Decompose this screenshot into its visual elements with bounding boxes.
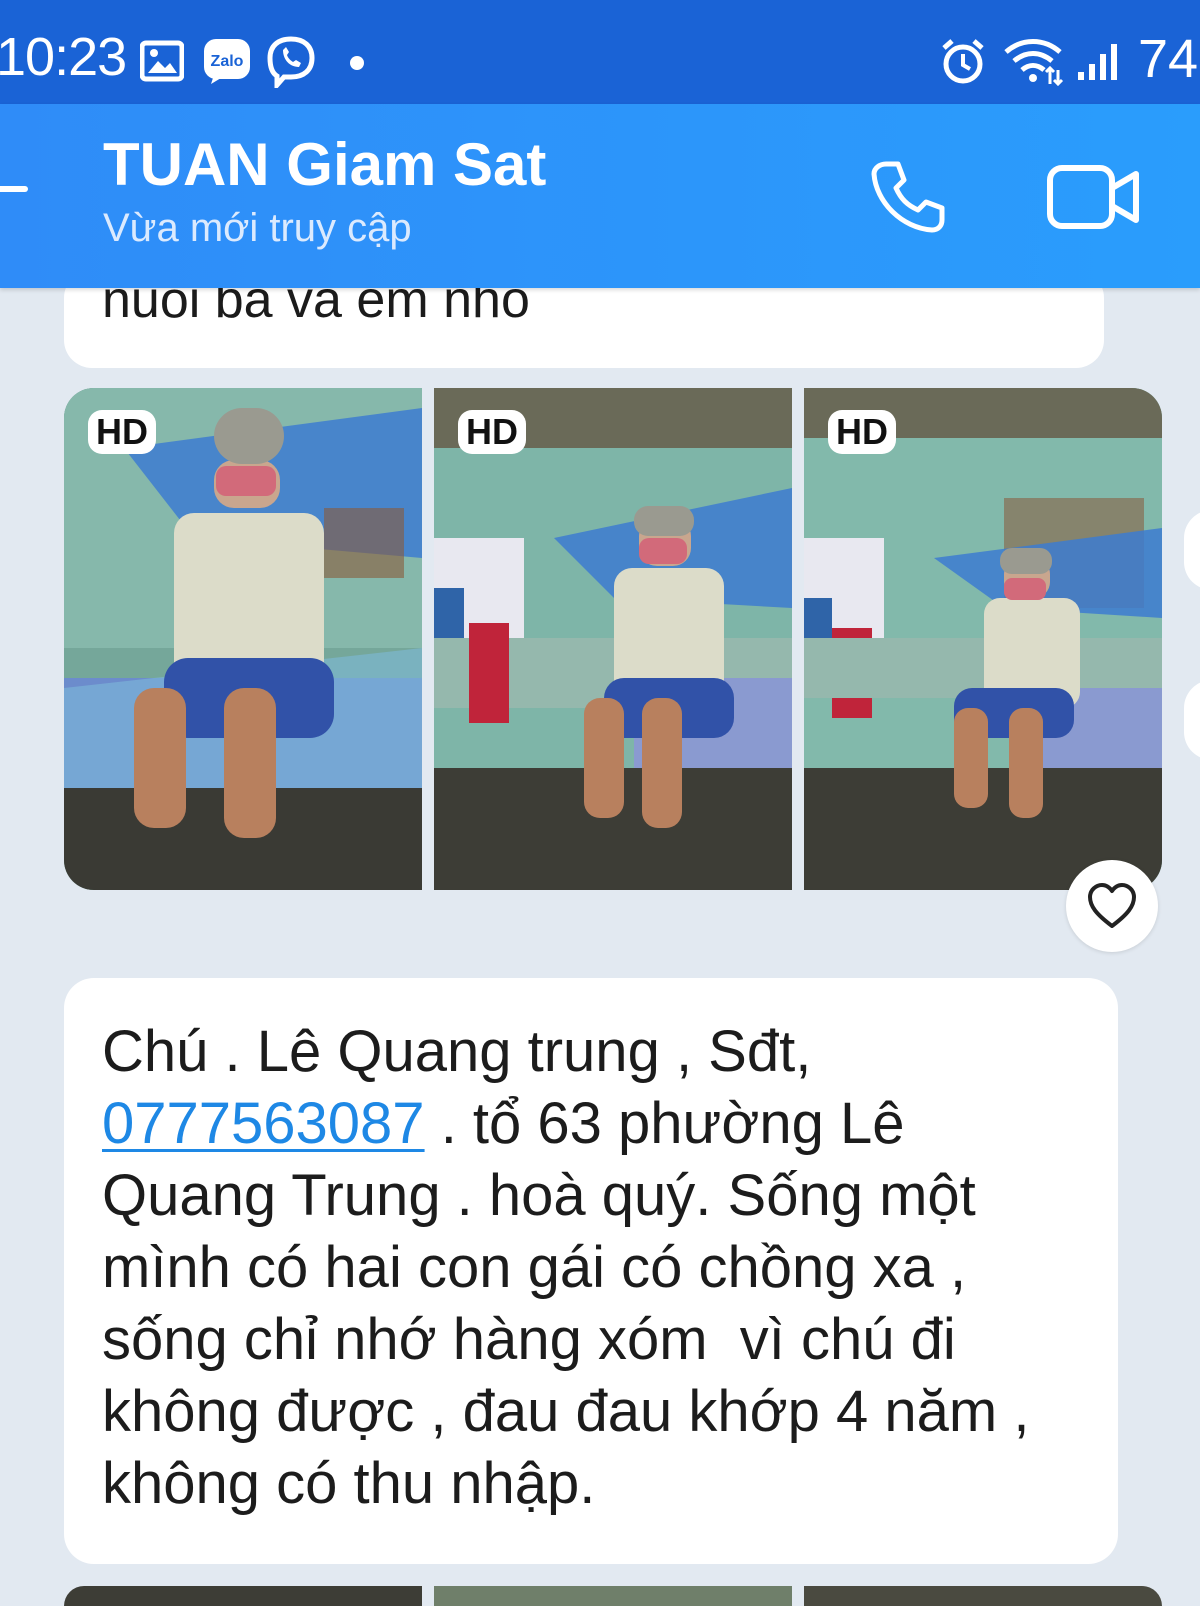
phone-icon — [871, 161, 945, 233]
heart-icon — [1088, 883, 1136, 928]
gallery-icon — [139, 40, 185, 87]
viber-icon — [266, 36, 316, 93]
wifi-icon — [1002, 38, 1064, 91]
back-icon[interactable] — [0, 186, 28, 192]
next-photo-3[interactable] — [804, 1586, 1162, 1606]
status-bar: 10:23 Zalo 74 — [0, 0, 1200, 104]
edge-scroll-chip[interactable] — [1184, 510, 1200, 590]
edge-scroll-chip[interactable] — [1184, 680, 1200, 760]
signal-icon — [1076, 42, 1120, 87]
notification-dot — [350, 56, 364, 70]
video-call-button[interactable] — [1046, 162, 1142, 237]
next-photo-1[interactable] — [64, 1586, 422, 1606]
video-call-icon — [1047, 165, 1139, 229]
message-text: Chú . Lê Quang trung , Sđt, 0777563087 .… — [102, 1016, 1092, 1520]
next-photo-2[interactable] — [434, 1586, 792, 1606]
hd-badge: HD — [458, 410, 526, 454]
svg-text:Zalo: Zalo — [211, 53, 244, 70]
photo-2[interactable]: HD — [434, 388, 792, 890]
status-time: 10:23 — [0, 27, 127, 87]
react-button[interactable] — [1066, 860, 1158, 952]
hd-badge: HD — [88, 410, 156, 454]
zalo-icon: Zalo — [203, 38, 251, 89]
contact-status: Vừa mới truy cập — [103, 206, 412, 250]
photo-3[interactable]: HD — [804, 388, 1162, 890]
alarm-icon — [940, 38, 986, 91]
photo-1[interactable]: HD — [64, 388, 422, 890]
message-bubble[interactable]: Chú . Lê Quang trung , Sđt, 0777563087 .… — [64, 978, 1118, 1564]
contact-name[interactable]: TUAN Giam Sat — [103, 132, 546, 198]
hd-badge: HD — [828, 410, 896, 454]
phone-call-button[interactable] — [868, 156, 948, 241]
phone-number-link[interactable]: 0777563087 — [102, 1091, 425, 1156]
chat-header: TUAN Giam Sat Vừa mới truy cập — [0, 104, 1200, 288]
battery-level: 74 — [1138, 29, 1199, 89]
message-text-part1: Chú . Lê Quang trung , Sđt, — [102, 1019, 828, 1084]
